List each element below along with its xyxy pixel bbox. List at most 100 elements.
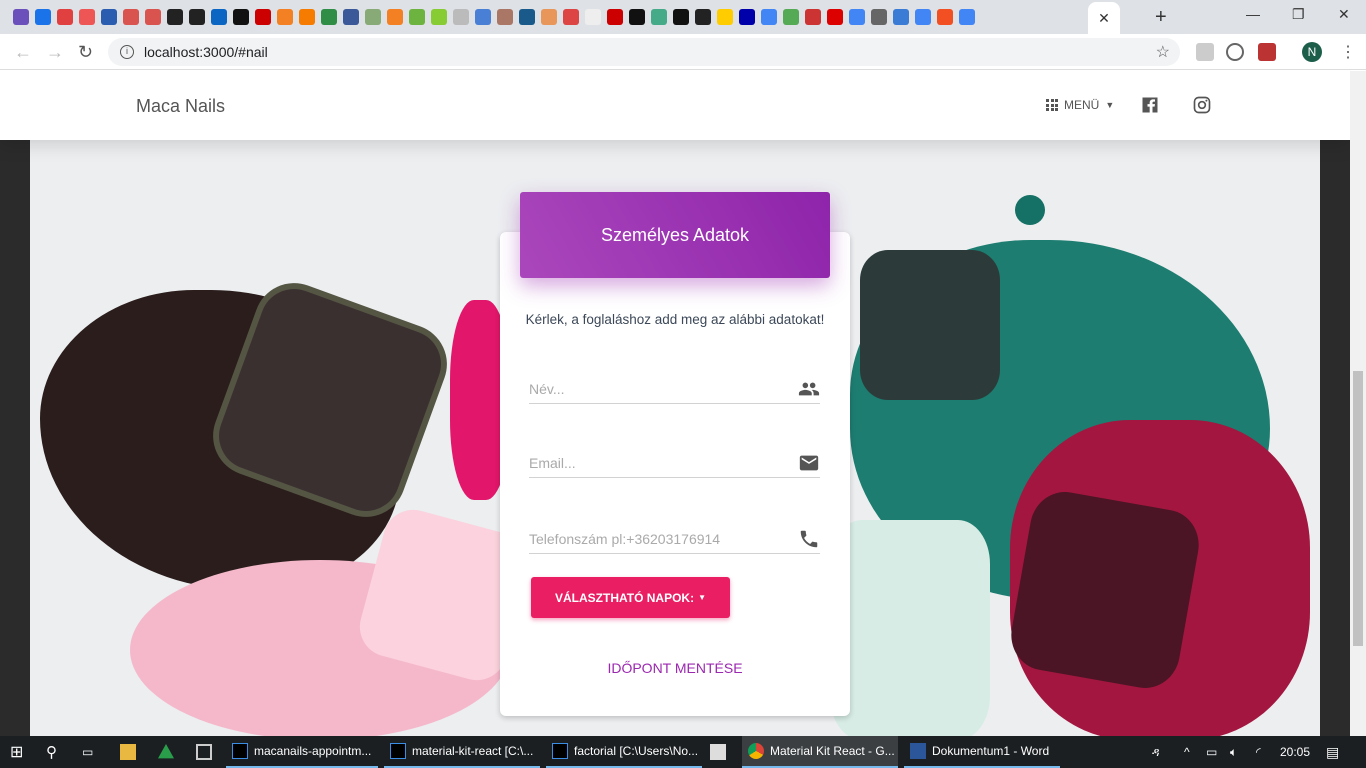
bookmark-tab-favicon[interactable] xyxy=(409,9,425,25)
close-tab-icon[interactable]: ✕ xyxy=(1098,10,1110,27)
bookmark-tab-favicon[interactable] xyxy=(387,9,403,25)
url-text: localhost:3000/#nail xyxy=(144,44,268,60)
info-icon[interactable]: i xyxy=(120,45,134,59)
bookmark-tab-favicon[interactable] xyxy=(255,9,271,25)
save-appointment-button[interactable]: IDŐPONT MENTÉSE xyxy=(500,660,850,676)
reload-icon[interactable]: ↻ xyxy=(78,42,93,63)
bookmark-tab-favicon[interactable] xyxy=(761,9,777,25)
task-view-icon[interactable]: ▭ xyxy=(82,745,93,759)
bookmark-tab-favicon[interactable] xyxy=(739,9,755,25)
bookmark-tab-favicon[interactable] xyxy=(145,9,161,25)
bookmark-tab-favicon[interactable] xyxy=(365,9,381,25)
calculator-icon[interactable] xyxy=(196,744,212,760)
bookmark-tab-favicon[interactable] xyxy=(563,9,579,25)
bookmark-tab-favicon[interactable] xyxy=(805,9,821,25)
bookmark-tab-favicon[interactable] xyxy=(321,9,337,25)
taskbar-app[interactable]: material-kit-react [C:\... xyxy=(384,736,540,768)
people-icon xyxy=(798,382,820,395)
back-icon[interactable]: ← xyxy=(14,42,32,63)
bookmark-tab-favicon[interactable] xyxy=(101,9,117,25)
taskbar-app-label: Dokumentum1 - Word xyxy=(932,744,1050,758)
bookmark-tab-favicon[interactable] xyxy=(167,9,183,25)
bookmark-tab-favicon[interactable] xyxy=(277,9,293,25)
bookmark-tab-favicon[interactable] xyxy=(519,9,535,25)
bookmark-tab-favicon[interactable] xyxy=(431,9,447,25)
taskbar-app[interactable]: macanails-appointm... xyxy=(226,736,378,768)
bookmark-tab-favicon[interactable] xyxy=(915,9,931,25)
bookmark-tab-favicon[interactable] xyxy=(959,9,975,25)
bookmark-tab-favicon[interactable] xyxy=(607,9,623,25)
bookmark-tab-favicon[interactable] xyxy=(123,9,139,25)
store-icon[interactable] xyxy=(710,744,726,760)
forward-icon[interactable]: → xyxy=(46,42,64,63)
tray-chevron-icon[interactable]: ^ xyxy=(1184,745,1190,759)
windows-start-icon[interactable]: ⊞ xyxy=(10,742,23,762)
apps-icon xyxy=(1046,99,1058,111)
name-input[interactable]: Név... xyxy=(529,374,820,404)
bookmark-tab-favicon[interactable] xyxy=(475,9,491,25)
bookmark-tab-favicon[interactable] xyxy=(541,9,557,25)
wifi-icon[interactable]: ◜ xyxy=(1256,745,1261,759)
caret-down-icon: ▼ xyxy=(698,593,707,602)
clock[interactable]: 20:05 xyxy=(1280,745,1310,759)
minimize-icon[interactable]: — xyxy=(1246,6,1260,22)
phone-input[interactable]: Telefonszám pl:+36203176914 xyxy=(529,524,820,554)
bookmark-tab-favicon[interactable] xyxy=(651,9,667,25)
translate-extension-icon[interactable] xyxy=(1196,43,1214,61)
star-icon[interactable]: ☆ xyxy=(1156,42,1170,62)
intellij-icon xyxy=(552,743,568,759)
bookmark-tab-favicon[interactable] xyxy=(871,9,887,25)
bookmark-tab-favicon[interactable] xyxy=(79,9,95,25)
bookmark-tab-favicon[interactable] xyxy=(695,9,711,25)
bookmark-tab-favicon[interactable] xyxy=(453,9,469,25)
taskbar-app[interactable]: factorial [C:\Users\No... xyxy=(546,736,702,768)
url-input[interactable]: i localhost:3000/#nail ☆ xyxy=(108,38,1180,66)
taskbar-app-active[interactable]: Material Kit React - G... xyxy=(742,736,898,768)
address-bar-row: ← → ↻ i localhost:3000/#nail ☆ ⋮ xyxy=(0,34,1366,70)
profile-avatar[interactable]: N xyxy=(1302,42,1322,62)
available-days-dropdown[interactable]: VÁLASZTHATÓ NAPOK: ▼ xyxy=(531,577,730,618)
brand-link[interactable]: Maca Nails xyxy=(136,96,225,117)
search-icon[interactable]: ⚲ xyxy=(46,743,57,761)
bookmark-tab-favicon[interactable] xyxy=(673,9,689,25)
menu-dropdown[interactable]: MENÜ ▼ xyxy=(1046,98,1114,112)
bookmark-tab-favicon[interactable] xyxy=(13,9,29,25)
scrollbar-thumb[interactable] xyxy=(1353,371,1363,646)
extension-icon[interactable] xyxy=(1226,43,1244,61)
new-tab-button[interactable]: + xyxy=(1155,6,1167,29)
bookmark-tab-favicon[interactable] xyxy=(585,9,601,25)
taskbar-app[interactable]: Dokumentum1 - Word xyxy=(904,736,1060,768)
bookmark-tab-favicon[interactable] xyxy=(849,9,865,25)
bookmark-tab-favicon[interactable] xyxy=(299,9,315,25)
bookmark-tab-favicon[interactable] xyxy=(717,9,733,25)
active-tab[interactable]: ✕ xyxy=(1088,2,1120,34)
bookmark-tab-favicon[interactable] xyxy=(343,9,359,25)
battery-icon[interactable]: ▭ xyxy=(1206,745,1217,759)
volume-icon[interactable]: 🔈︎ xyxy=(1230,745,1237,760)
bookmark-tab-favicon[interactable] xyxy=(35,9,51,25)
maximize-icon[interactable]: ❐ xyxy=(1292,6,1305,23)
bookmark-tab-favicon[interactable] xyxy=(497,9,513,25)
bookmark-tab-favicon[interactable] xyxy=(233,9,249,25)
bookmark-tab-favicon[interactable] xyxy=(57,9,73,25)
page-scrollbar[interactable] xyxy=(1350,71,1366,736)
email-input[interactable]: Email... xyxy=(529,448,820,478)
bookmark-tab-favicon[interactable] xyxy=(189,9,205,25)
bookmark-tab-favicon[interactable] xyxy=(893,9,909,25)
taskbar-app-label: factorial [C:\Users\No... xyxy=(574,744,699,758)
file-explorer-icon[interactable] xyxy=(120,744,136,760)
chrome-menu-icon[interactable]: ⋮ xyxy=(1340,42,1356,62)
people-icon[interactable]: ዳ xyxy=(1152,745,1160,760)
bookmark-tab-favicon[interactable] xyxy=(937,9,953,25)
close-window-icon[interactable]: ✕ xyxy=(1338,6,1350,23)
facebook-icon[interactable] xyxy=(1140,95,1160,115)
bookmark-tab-favicon[interactable] xyxy=(827,9,843,25)
instagram-icon[interactable] xyxy=(1192,95,1212,115)
bookmark-tab-favicon[interactable] xyxy=(783,9,799,25)
extension-icon[interactable] xyxy=(1258,43,1276,61)
google-drive-icon[interactable] xyxy=(158,744,174,759)
notifications-icon[interactable]: ▤ xyxy=(1326,744,1339,761)
taskbar-app-label: material-kit-react [C:\... xyxy=(412,744,534,758)
bookmark-tab-favicon[interactable] xyxy=(211,9,227,25)
bookmark-tab-favicon[interactable] xyxy=(629,9,645,25)
